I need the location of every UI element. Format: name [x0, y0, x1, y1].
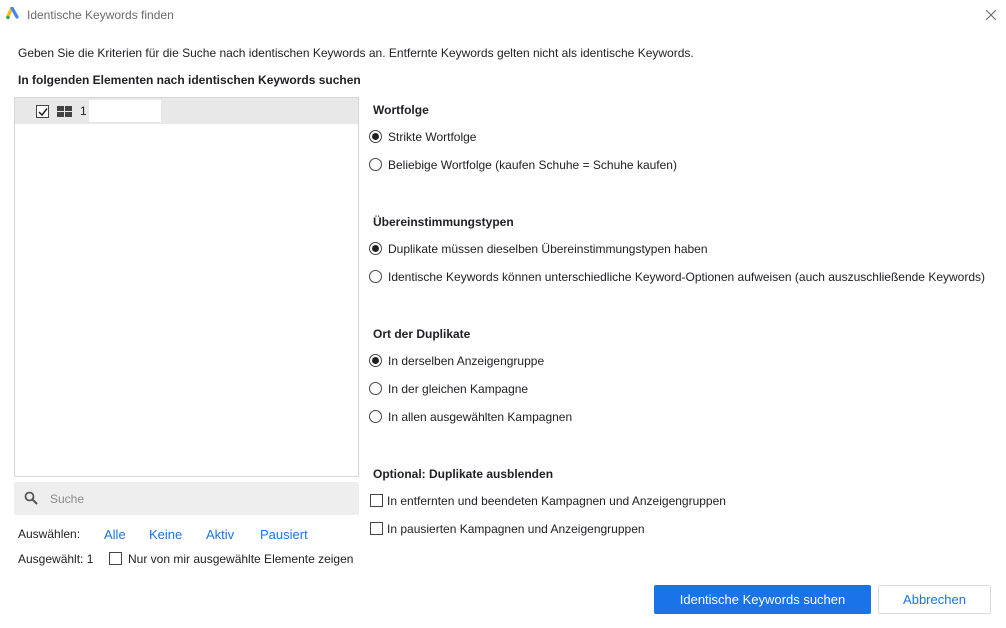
same-ad-group-label: In derselben Anzeigengruppe — [388, 354, 545, 368]
redacted-area — [89, 100, 161, 122]
match-types-heading: Übereinstimmungstypen — [373, 215, 514, 229]
all-campaigns-label: In allen ausgewählten Kampagnen — [388, 410, 573, 424]
only-mine-label: Nur von mir ausgewählte Elemente zeigen — [128, 552, 354, 566]
hide-removed-label: In entfernten und beendeten Kampagnen un… — [387, 494, 726, 508]
select-active-link[interactable]: Aktiv — [206, 527, 234, 542]
different-match-type-label: Identische Keywords können unterschiedli… — [388, 270, 985, 284]
same-match-type-radio[interactable] — [369, 242, 382, 255]
word-order-heading: Wortfolge — [373, 103, 429, 117]
window-title: Identische Keywords finden — [27, 8, 174, 22]
same-ad-group-radio[interactable] — [369, 354, 382, 367]
find-duplicates-button[interactable]: Identische Keywords suchen — [654, 585, 871, 614]
select-label: Auswählen: — [18, 527, 81, 541]
google-ads-logo-icon — [6, 7, 19, 20]
hide-removed-checkbox[interactable] — [370, 494, 383, 507]
search-input[interactable] — [48, 488, 348, 510]
account-grid-icon — [57, 106, 72, 117]
close-icon — [986, 10, 996, 20]
same-campaign-label: In der gleichen Kampagne — [388, 382, 529, 396]
hide-duplicates-heading: Optional: Duplikate ausblenden — [373, 467, 554, 481]
tree-row[interactable]: 1 — [15, 98, 358, 124]
hide-paused-checkbox[interactable] — [370, 522, 383, 535]
same-campaign-radio[interactable] — [369, 382, 382, 395]
cancel-button[interactable]: Abbrechen — [878, 585, 991, 614]
only-mine-checkbox[interactable] — [109, 552, 122, 565]
different-match-type-radio[interactable] — [369, 270, 382, 283]
tree-row-checkbox[interactable] — [36, 105, 49, 118]
same-match-type-label: Duplikate müssen dieselben Übereinstimmu… — [388, 242, 708, 256]
location-heading: Ort der Duplikate — [373, 327, 471, 341]
any-word-order-label: Beliebige Wortfolge (kaufen Schuhe = Sch… — [388, 158, 677, 172]
checkmark-icon — [38, 108, 48, 117]
select-all-link[interactable]: Alle — [104, 527, 126, 542]
title-bar: Identische Keywords finden — [0, 0, 1006, 30]
select-paused-link[interactable]: Pausiert — [260, 527, 308, 542]
hide-paused-label: In pausierten Kampagnen und Anzeigengrup… — [387, 522, 645, 536]
strict-word-order-radio[interactable] — [369, 130, 382, 143]
strict-word-order-label: Strikte Wortfolge — [388, 130, 477, 144]
close-button[interactable] — [980, 4, 1002, 26]
tree-heading: In folgenden Elementen nach identischen … — [18, 73, 361, 87]
selected-count: Ausgewählt: 1 — [18, 552, 94, 566]
all-campaigns-radio[interactable] — [369, 410, 382, 423]
search-icon — [24, 491, 38, 505]
tree-row-label: 1 — [80, 104, 87, 118]
search-box — [14, 482, 359, 515]
element-tree[interactable]: 1 — [14, 97, 359, 477]
any-word-order-radio[interactable] — [369, 158, 382, 171]
intro-text: Geben Sie die Kriterien für die Suche na… — [18, 46, 694, 60]
select-none-link[interactable]: Keine — [149, 527, 182, 542]
